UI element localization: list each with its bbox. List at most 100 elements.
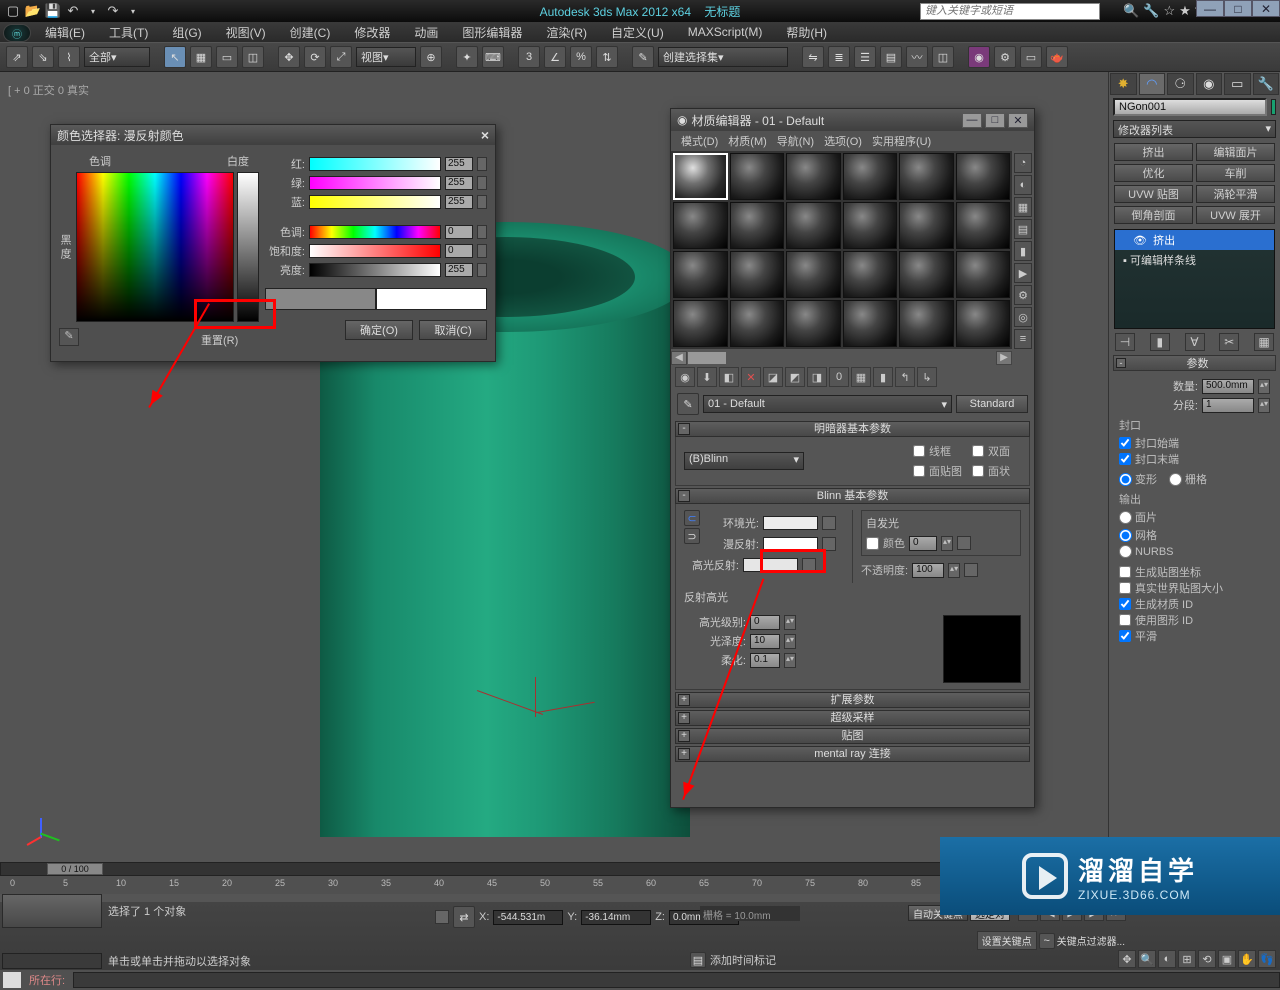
named-set-select[interactable]: 创建选择集 ▾ xyxy=(658,47,788,67)
pan-view-icon[interactable]: ✋ xyxy=(1238,950,1256,968)
app-logo[interactable]: ⓜ xyxy=(3,24,31,42)
fav-icon[interactable]: ☆ xyxy=(1163,3,1175,19)
medit-max-button[interactable]: □ xyxy=(985,113,1005,128)
green-value[interactable]: 255 xyxy=(445,176,473,190)
schematic-icon[interactable]: ◫ xyxy=(932,46,954,68)
specular-map-btn[interactable] xyxy=(802,558,816,572)
menu-group[interactable]: 组(G) xyxy=(162,22,211,43)
menu-edit[interactable]: 编辑(E) xyxy=(35,22,95,43)
stack-current[interactable]: 👁 挤出 xyxy=(1115,230,1274,250)
sat-value[interactable]: 0 xyxy=(445,244,473,258)
curve-icon[interactable]: 〰 xyxy=(906,46,928,68)
bg-icon[interactable]: ▦ xyxy=(1014,197,1032,217)
seg-spinner[interactable]: 1 xyxy=(1202,398,1254,413)
stack-base[interactable]: ▪ 可编辑样条线 xyxy=(1115,250,1274,270)
shapeid-check[interactable] xyxy=(1119,614,1131,626)
unlink-icon[interactable]: ⇘ xyxy=(32,46,54,68)
btn-editpatch[interactable]: 编辑面片 xyxy=(1196,143,1275,161)
btn-uvwmap[interactable]: UVW 贴图 xyxy=(1114,185,1193,203)
cap-start-check[interactable] xyxy=(1119,437,1131,449)
facemap-check[interactable] xyxy=(913,465,925,477)
opacity-spinner[interactable]: 100 xyxy=(912,563,944,578)
redo-icon[interactable]: ↷ xyxy=(104,2,122,20)
soften-spinner[interactable]: 0.1 xyxy=(750,653,780,668)
tab-display[interactable]: ▭ xyxy=(1224,73,1251,95)
tab-motion[interactable]: ◉ xyxy=(1196,73,1223,95)
refcoord-select[interactable]: 视图 ▾ xyxy=(356,47,416,67)
menu-tools[interactable]: 工具(T) xyxy=(99,22,158,43)
make-unique-icon[interactable]: ◩ xyxy=(785,367,805,387)
render-icon[interactable]: 🫖 xyxy=(1046,46,1068,68)
preview-icon[interactable]: ▶ xyxy=(1014,263,1032,283)
hue-field[interactable] xyxy=(76,172,234,322)
btn-optimize[interactable]: 优化 xyxy=(1114,164,1193,182)
ambient-swatch[interactable] xyxy=(763,516,818,530)
unique-icon[interactable]: ∀ xyxy=(1185,333,1205,351)
scale-icon[interactable]: ⤢ xyxy=(330,46,352,68)
blue-slider[interactable] xyxy=(309,195,441,209)
backlight-icon[interactable]: ◐ xyxy=(1014,175,1032,195)
genmatid-check[interactable] xyxy=(1119,598,1131,610)
assign-mat-icon[interactable]: ◧ xyxy=(719,367,739,387)
undo-icon[interactable]: ↶ xyxy=(64,2,82,20)
gencoord-check[interactable] xyxy=(1119,566,1131,578)
sample-slot[interactable] xyxy=(843,202,898,249)
sample-slot[interactable] xyxy=(899,300,954,347)
snap3-icon[interactable]: 3 xyxy=(518,46,540,68)
menu-render[interactable]: 渲染(R) xyxy=(536,22,597,43)
seg-arrows[interactable]: ▴▾ xyxy=(1258,398,1270,413)
sample-slot[interactable] xyxy=(956,300,1011,347)
tab-hierarchy[interactable]: ⚆ xyxy=(1167,73,1194,95)
shader-select[interactable]: (B)Blinn▾ xyxy=(684,452,804,470)
reset-button[interactable]: 重置(R) xyxy=(201,332,238,348)
btn-turbo[interactable]: 涡轮平滑 xyxy=(1196,185,1275,203)
put-lib-icon[interactable]: ◨ xyxy=(807,367,827,387)
keyboard-icon[interactable]: ⌨ xyxy=(482,46,504,68)
angsnap-icon[interactable]: ∠ xyxy=(544,46,566,68)
sample-slot[interactable] xyxy=(786,300,841,347)
out-mesh-radio[interactable] xyxy=(1119,529,1132,542)
params-rollout-head[interactable]: -参数 xyxy=(1113,355,1276,371)
menu-anim[interactable]: 动画 xyxy=(404,22,448,43)
medit-menu-mode[interactable]: 模式(D) xyxy=(677,133,722,149)
wrench-icon[interactable]: 🔧 xyxy=(1143,3,1159,19)
sample-slot[interactable] xyxy=(899,202,954,249)
grid-radio[interactable] xyxy=(1169,473,1182,486)
sample-slots[interactable] xyxy=(671,151,1012,349)
go-forward-icon[interactable]: ↳ xyxy=(917,367,937,387)
nsel-icon[interactable]: ✎ xyxy=(632,46,654,68)
supersample-rollout[interactable]: +超级采样 xyxy=(675,710,1030,726)
redo-dd-icon[interactable]: ▾ xyxy=(124,2,142,20)
medit-menu-utils[interactable]: 实用程序(U) xyxy=(868,133,935,149)
lock-icon[interactable] xyxy=(435,910,449,924)
val-value[interactable]: 255 xyxy=(445,263,473,277)
transform-typein[interactable] xyxy=(2,894,102,928)
layers-icon[interactable]: ☰ xyxy=(854,46,876,68)
viewport-label[interactable]: [ + 0 正交 0 真实 xyxy=(8,82,89,98)
sample-slot[interactable] xyxy=(673,153,728,200)
gloss-spinner[interactable]: 10 xyxy=(750,634,780,649)
menu-view[interactable]: 视图(V) xyxy=(216,22,276,43)
sample-slot[interactable] xyxy=(673,202,728,249)
wire-check[interactable] xyxy=(913,445,925,457)
rotate-icon[interactable]: ⟳ xyxy=(304,46,326,68)
sat-slider[interactable] xyxy=(309,244,441,258)
show-end-result-icon[interactable]: ▮ xyxy=(873,367,893,387)
btn-bevel[interactable]: 倒角剖面 xyxy=(1114,206,1193,224)
command-input[interactable] xyxy=(73,972,1280,988)
menu-modifiers[interactable]: 修改器 xyxy=(344,22,400,43)
sample-slot[interactable] xyxy=(786,202,841,249)
out-patch-radio[interactable] xyxy=(1119,511,1132,524)
menu-script[interactable]: MAXScript(M) xyxy=(678,23,773,41)
key-icon[interactable]: ~ xyxy=(1039,933,1055,949)
self-value[interactable]: 0 xyxy=(909,536,937,551)
material-name-select[interactable]: 01 - Default▾ xyxy=(703,395,952,413)
sample-slot[interactable] xyxy=(730,202,785,249)
specular-swatch[interactable] xyxy=(743,558,798,572)
selfcolor-check[interactable] xyxy=(866,537,879,550)
window-cross-icon[interactable]: ◫ xyxy=(242,46,264,68)
ok-button[interactable]: 确定(O) xyxy=(345,320,413,340)
sample-slot[interactable] xyxy=(673,300,728,347)
sample-slot[interactable] xyxy=(899,251,954,298)
remove-mod-icon[interactable]: ✂ xyxy=(1219,333,1239,351)
